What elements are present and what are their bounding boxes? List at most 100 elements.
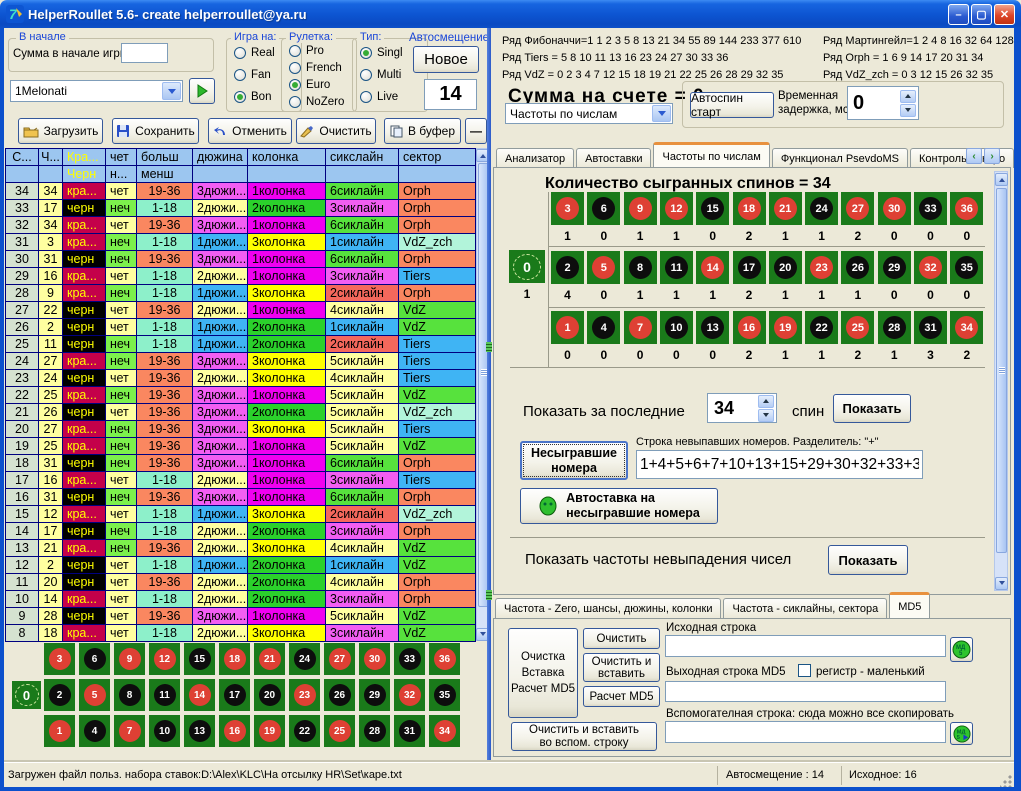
table-row[interactable]: 928чернчет19-363дюжи...1колонка5сиклайнV… [6, 608, 476, 625]
table-row[interactable]: 1716кра...чет1-182дюжи...1колонка3сиклай… [6, 472, 476, 489]
table-row[interactable]: 313кра...неч1-181дюжи...3колонка1сиклайн… [6, 234, 476, 251]
table-row[interactable]: 2324чернчет19-362дюжи...3колонка4сиклайн… [6, 370, 476, 387]
undo-button[interactable]: Отменить [208, 118, 292, 144]
board-cell[interactable]: 28 [359, 715, 390, 747]
board-cell[interactable]: 11 [149, 679, 180, 711]
preset-combobox[interactable]: 1Melonati [10, 80, 183, 102]
board-cell[interactable]: 33 [394, 643, 425, 675]
new-button[interactable]: Новое [413, 46, 479, 73]
table-row[interactable]: 2427кра...неч19-363дюжи...3колонка5сикла… [6, 353, 476, 370]
tabs-scroll-left[interactable]: ‹ [966, 148, 982, 164]
radio-nozero[interactable]: NoZero [289, 95, 344, 109]
radio-live[interactable]: Live [360, 90, 398, 104]
radio-circle-icon[interactable] [289, 45, 301, 57]
board-cell[interactable]: 30 [359, 643, 390, 675]
panel-scrollbar[interactable] [994, 171, 1008, 591]
tab-частота-zero-шансы-дюжины-колонки[interactable]: Частота - Zero, шансы, дюжины, колонки [495, 598, 721, 618]
board-cell[interactable]: 32 [394, 679, 425, 711]
table-row[interactable]: 2126чернчет19-363дюжи...2колонка5сиклайн… [6, 404, 476, 421]
spin-up-button[interactable] [900, 90, 916, 103]
show-button[interactable]: Показать [833, 394, 911, 423]
freq-missing-show-button[interactable]: Показать [828, 545, 908, 575]
autospin-start-button[interactable]: Автоспин старт [690, 92, 774, 118]
table-row[interactable]: 262чернчет1-181дюжи...2колонка1сиклайнVd… [6, 319, 476, 336]
table-row[interactable]: 122чернчет1-181дюжи...2колонка1сиклайнVd… [6, 557, 476, 574]
board-cell[interactable]: 5 [79, 679, 110, 711]
copy-buffer-button[interactable]: В буфер [384, 118, 461, 144]
clear-button[interactable]: Очистить [296, 118, 376, 144]
md5-aux-run-button[interactable]: МД5 [950, 722, 973, 745]
radio-multi[interactable]: Multi [360, 68, 401, 82]
spins-spinedit[interactable]: 34 [707, 393, 777, 423]
tab-анализатор[interactable]: Анализатор [496, 148, 574, 168]
board-cell[interactable]: 23 [289, 679, 320, 711]
board-cell[interactable]: 17 [219, 679, 250, 711]
board-cell[interactable]: 36 [429, 643, 460, 675]
table-row[interactable]: 1925кра...неч19-363дюжи...1колонка5сикла… [6, 438, 476, 455]
radio-real[interactable]: Real [234, 46, 275, 60]
tabs-scroll-right[interactable]: › [984, 148, 1000, 164]
board-cell[interactable]: 35 [429, 679, 460, 711]
board-cell[interactable]: 13 [184, 715, 215, 747]
md5-clear-paste-aux-button[interactable]: Очистить и вставить во вспом. строку [511, 722, 657, 751]
spin-down-button[interactable] [758, 409, 774, 422]
table-row[interactable]: 3031черннеч19-363дюжи...1колонка6сиклайн… [6, 251, 476, 268]
delay-spinedit[interactable]: 0 [847, 86, 919, 120]
board-cell[interactable]: 7 [114, 715, 145, 747]
table-row[interactable]: 1417черннеч1-182дюжи...2колонка3сиклайнO… [6, 523, 476, 540]
save-button[interactable]: Сохранить [112, 118, 199, 144]
minimize-button[interactable]: – [948, 4, 969, 25]
start-sum-input[interactable] [121, 43, 168, 63]
tab-частота-сиклайны-сектора[interactable]: Частота - сиклайны, сектора [723, 598, 887, 618]
panel-splitter[interactable] [487, 28, 491, 762]
radio-circle-icon[interactable] [234, 91, 246, 103]
resize-grip[interactable] [1000, 775, 1012, 787]
table-row[interactable]: 3434кра...чет19-363дюжи...1колонка6сикла… [6, 183, 476, 200]
play-button[interactable] [189, 78, 215, 104]
missed-numbers-button[interactable]: Несыгравшие номера [520, 441, 628, 480]
board-cell[interactable]: 18 [219, 643, 250, 675]
table-row[interactable]: 1120чернчет19-362дюжи...2колонка4сиклайн… [6, 574, 476, 591]
table-row[interactable]: 3317черннеч1-182дюжи...2колонка3сиклайнO… [6, 200, 476, 217]
tab-функционал-psevdoms[interactable]: Функционал PsevdoMS [772, 148, 908, 168]
board-cell[interactable]: 12 [149, 643, 180, 675]
lowercase-checkbox[interactable] [798, 664, 811, 677]
radio-bon[interactable]: Bon [234, 90, 271, 104]
radio-circle-icon[interactable] [234, 47, 246, 59]
board-cell[interactable]: 31 [394, 715, 425, 747]
board-cell[interactable]: 29 [359, 679, 390, 711]
table-row[interactable]: 2225кра...неч19-363дюжи...1колонка5сикла… [6, 387, 476, 404]
load-button[interactable]: Загрузить [18, 118, 103, 144]
board-cell[interactable]: 4 [79, 715, 110, 747]
board-zero-cell[interactable]: 0 [12, 681, 41, 709]
radio-circle-icon[interactable] [360, 91, 372, 103]
chevron-down-icon[interactable] [162, 82, 181, 100]
board-cell[interactable]: 15 [184, 643, 215, 675]
radio-circle-icon[interactable] [289, 79, 301, 91]
table-row[interactable]: 1512кра...чет1-181дюжи...3колонка2сиклай… [6, 506, 476, 523]
maximize-button[interactable]: ▢ [971, 4, 992, 25]
radio-french[interactable]: French [289, 61, 342, 75]
board-cell[interactable]: 10 [149, 715, 180, 747]
board-cell[interactable]: 24 [289, 643, 320, 675]
md5-calc-button[interactable]: Расчет MD5 [583, 686, 660, 707]
board-cell[interactable]: 16 [219, 715, 250, 747]
radio-euro[interactable]: Euro [289, 78, 330, 92]
board-cell[interactable]: 34 [429, 715, 460, 747]
md5-group-button[interactable]: Очистка Вставка Расчет MD5 [508, 628, 578, 718]
mode-combobox[interactable]: Частоты по числам [505, 103, 673, 124]
table-row[interactable]: 1831черннеч19-363дюжи...1колонка6сиклайн… [6, 455, 476, 472]
board-cell[interactable]: 6 [79, 643, 110, 675]
board-cell[interactable]: 2 [44, 679, 75, 711]
md5-clear-paste-button[interactable]: Очистить и вставить [583, 653, 660, 682]
minus-button[interactable]: — [465, 118, 487, 144]
board-cell[interactable]: 20 [254, 679, 285, 711]
table-row[interactable]: 3234кра...чет19-363дюжи...1колонка6сикла… [6, 217, 476, 234]
table-row[interactable]: 2511черннеч1-181дюжи...2колонка2сиклайнT… [6, 336, 476, 353]
board-cell[interactable]: 22 [289, 715, 320, 747]
table-row[interactable]: 289кра...неч1-181дюжи...3колонка2сиклайн… [6, 285, 476, 302]
radio-circle-icon[interactable] [289, 62, 301, 74]
radio-circle-icon[interactable] [360, 69, 372, 81]
spin-up-button[interactable] [758, 395, 774, 408]
table-row[interactable]: 2027кра...неч19-363дюжи...3колонка5сикла… [6, 421, 476, 438]
